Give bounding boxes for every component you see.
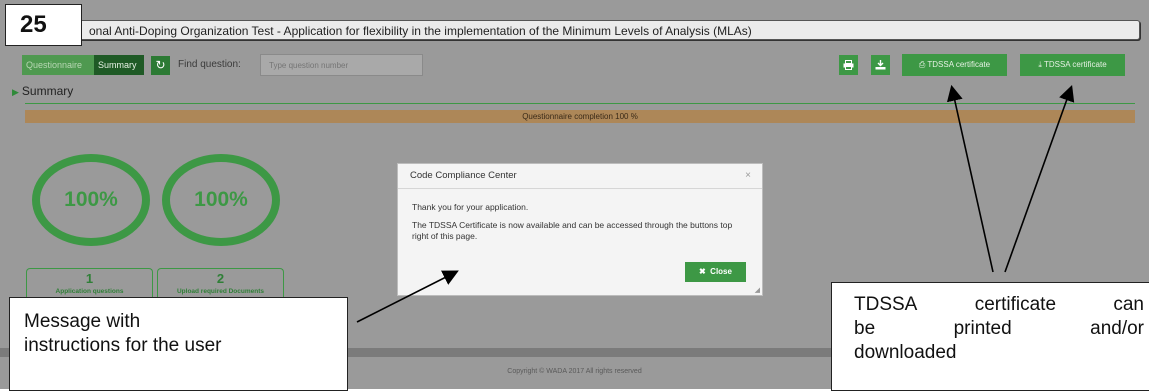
arrow-to-print-certificate: [946, 84, 994, 273]
arrow-to-download-certificate: [1004, 84, 1075, 273]
word: TDSSA: [854, 294, 918, 315]
callout-right-line-1: TDSSA certificate can: [854, 293, 1144, 317]
callout-message-instructions: Message with instructions for the user: [9, 297, 348, 391]
callout-certificate: TDSSA certificate can be printed and/or …: [831, 282, 1149, 391]
word: and/or: [1090, 318, 1144, 339]
word: be: [854, 318, 876, 339]
word: printed: [953, 318, 1012, 339]
arrow-to-dialog: [356, 270, 459, 323]
callout-left-line-1: Message with: [24, 311, 141, 332]
callout-right-line-3: downloaded: [854, 342, 957, 363]
word: certificate: [974, 294, 1057, 315]
callout-left-line-2: instructions for the user: [24, 335, 222, 356]
word: can: [1113, 294, 1144, 315]
callout-right-line-2: be printed and/or: [854, 317, 1144, 341]
